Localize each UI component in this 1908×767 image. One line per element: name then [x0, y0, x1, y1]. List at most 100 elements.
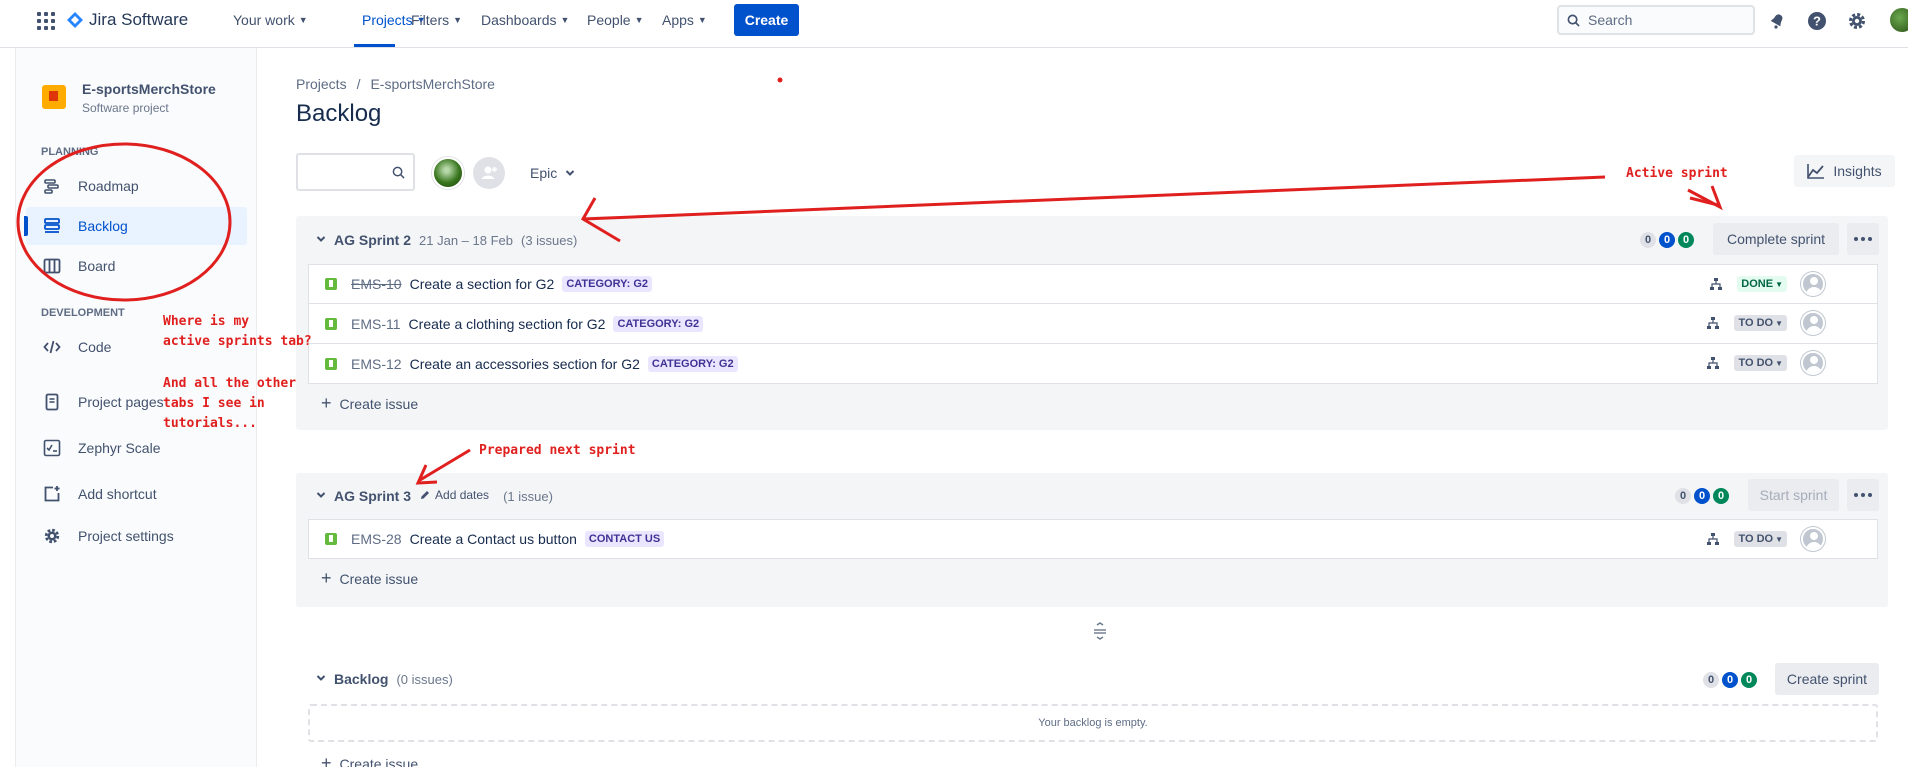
sidebar-item-backlog[interactable]: Backlog — [24, 207, 247, 245]
pages-icon — [42, 392, 62, 412]
count-done: 0 — [1678, 232, 1694, 248]
count-todo: 0 — [1675, 488, 1691, 504]
annotation-prepared-next-sprint: Prepared next sprint — [479, 443, 636, 458]
status-dropdown[interactable]: TO DO ▼ — [1734, 355, 1787, 371]
backlog-search-input[interactable] — [296, 153, 415, 191]
issue-summary[interactable]: Create an accessories section for G2 — [410, 356, 640, 372]
complete-sprint-button[interactable]: Complete sprint — [1713, 223, 1839, 255]
chevron-down-icon[interactable] — [316, 491, 326, 499]
assignee-avatar[interactable] — [1801, 311, 1825, 335]
sprint-more-actions-button[interactable] — [1847, 479, 1879, 511]
issue-key[interactable]: EMS-10 — [351, 276, 402, 292]
sidebar-item-label: Add shortcut — [78, 486, 157, 502]
sidebar-item-zephyr-scale[interactable]: Zephyr Scale — [26, 429, 247, 467]
start-sprint-button[interactable]: Start sprint — [1748, 479, 1839, 511]
chevron-down-icon: ▼ — [453, 15, 463, 25]
project-avatar — [42, 85, 66, 109]
create-button[interactable]: Create — [734, 4, 799, 36]
epic-filter-dropdown[interactable]: Epic — [520, 157, 585, 189]
issue-label: CATEGORY: G2 — [647, 355, 738, 372]
status-dropdown[interactable]: TO DO ▼ — [1734, 315, 1787, 331]
issue-row[interactable]: EMS-28 Create a Contact us button CONTAC… — [308, 519, 1878, 559]
add-person-icon — [482, 166, 497, 179]
issue-summary[interactable]: Create a clothing section for G2 — [409, 316, 606, 332]
sidebar-item-roadmap[interactable]: Roadmap — [26, 167, 247, 205]
create-sprint-button[interactable]: Create sprint — [1775, 663, 1879, 695]
gear-icon — [42, 526, 62, 546]
issue-key[interactable]: EMS-12 — [351, 356, 402, 372]
chevron-down-icon[interactable] — [316, 674, 326, 682]
assignee-avatar[interactable] — [1801, 351, 1825, 375]
sprint-header: AG Sprint 2 21 Jan – 18 Feb (3 issues) — [334, 232, 577, 248]
chevron-down-icon[interactable] — [316, 235, 326, 243]
status-dropdown[interactable]: TO DO ▼ — [1734, 531, 1787, 547]
annotation-active-sprint: Active sprint — [1626, 166, 1728, 181]
issue-label: CATEGORY: G2 — [562, 276, 653, 292]
breadcrumb-projects[interactable]: Projects — [296, 76, 347, 92]
story-icon — [325, 278, 337, 290]
annotation-dot — [777, 77, 783, 83]
annotation-question-active-tab: Where is my active sprints tab? — [163, 314, 312, 349]
nav-filters[interactable]: Filters ▼ — [411, 12, 462, 28]
add-dates-button[interactable]: Add dates — [419, 488, 489, 502]
app-name: Jira Software — [89, 10, 189, 29]
child-issues-icon[interactable] — [1709, 277, 1723, 291]
create-issue-button[interactable]: + Create issue — [321, 393, 418, 414]
notifications-icon[interactable] — [1766, 10, 1788, 32]
chevron-down-icon: ▼ — [697, 15, 707, 25]
issue-row-actions: TO DO ▼ — [1706, 355, 1787, 371]
add-people-button[interactable] — [473, 157, 505, 189]
count-done: 0 — [1741, 672, 1757, 688]
search-field[interactable] — [1557, 5, 1755, 35]
settings-gear-icon[interactable] — [1846, 10, 1868, 32]
issue-row[interactable]: EMS-12 Create an accessories section for… — [308, 344, 1878, 384]
issue-summary[interactable]: Create a Contact us button — [410, 531, 577, 547]
assignee-avatar[interactable] — [1801, 527, 1825, 551]
nav-label: Dashboards — [481, 12, 557, 28]
issue-key[interactable]: EMS-11 — [351, 316, 401, 332]
app-switcher-icon[interactable] — [37, 12, 55, 30]
nav-apps[interactable]: Apps ▼ — [662, 12, 707, 28]
nav-dashboards[interactable]: Dashboards ▼ — [481, 12, 569, 28]
child-issues-icon[interactable] — [1706, 532, 1720, 546]
nav-label: Apps — [662, 12, 694, 28]
story-icon — [325, 357, 337, 370]
planning-section-label: PLANNING — [41, 146, 99, 158]
profile-avatar[interactable] — [1890, 8, 1908, 32]
pencil-icon — [421, 491, 430, 499]
issue-row[interactable]: EMS-10 Create a section for G2 CATEGORY:… — [308, 264, 1878, 304]
sidebar-item-board[interactable]: Board — [26, 247, 247, 285]
project-name[interactable]: E-sportsMerchStore — [82, 81, 216, 97]
breadcrumb-project[interactable]: E-sportsMerchStore — [370, 76, 494, 92]
resize-handle-icon[interactable] — [1093, 622, 1107, 640]
status-dropdown[interactable]: DONE ▼ — [1737, 276, 1787, 292]
sprint-status-counts: 0 0 0 — [1640, 232, 1694, 248]
jira-logo[interactable]: Jira Software — [67, 10, 188, 30]
issue-summary[interactable]: Create a section for G2 — [410, 276, 555, 292]
chart-trend-icon — [1807, 164, 1825, 179]
sidebar-item-project-settings[interactable]: Project settings — [26, 517, 247, 555]
nav-your-work[interactable]: Your work ▼ — [233, 12, 308, 28]
assignee-avatar[interactable] — [1801, 272, 1825, 296]
sidebar-item-label: Project pages — [78, 394, 164, 410]
sprint-more-actions-button[interactable] — [1847, 223, 1879, 255]
issue-row[interactable]: EMS-11 Create a clothing section for G2 … — [308, 304, 1878, 344]
backlog-name[interactable]: Backlog — [334, 671, 388, 687]
create-issue-button[interactable]: + Create issue — [321, 753, 418, 767]
insights-button[interactable]: Insights — [1794, 155, 1895, 187]
sprint-name[interactable]: AG Sprint 2 — [334, 232, 411, 248]
nav-label: Filters — [411, 12, 450, 28]
sprint-name[interactable]: AG Sprint 3 — [334, 488, 411, 504]
plus-icon: + — [321, 753, 332, 767]
board-icon — [42, 256, 62, 276]
assignee-filter-avatar[interactable] — [432, 157, 464, 189]
child-issues-icon[interactable] — [1706, 316, 1720, 330]
sidebar-item-add-shortcut[interactable]: Add shortcut — [26, 475, 247, 513]
create-issue-button[interactable]: + Create issue — [321, 568, 418, 589]
child-issues-icon[interactable] — [1706, 356, 1720, 370]
nav-people[interactable]: People ▼ — [587, 12, 644, 28]
help-icon[interactable]: ? — [1806, 10, 1828, 32]
issue-key[interactable]: EMS-28 — [351, 531, 402, 547]
search-input[interactable] — [1588, 12, 1748, 28]
chevron-down-icon: ▼ — [1775, 358, 1783, 368]
